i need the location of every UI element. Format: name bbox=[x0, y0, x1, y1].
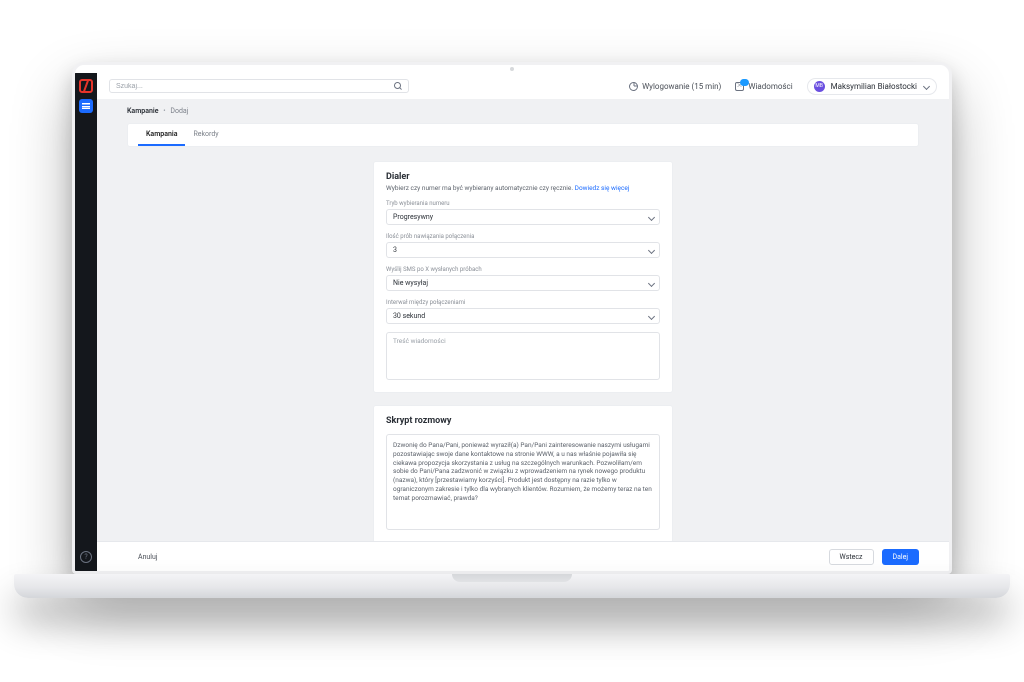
dialer-card: Dialer Wybierz czy numer ma być wybieran… bbox=[373, 161, 673, 393]
main-column: Wylogowanie (15 min) Wiadomości MB Maksy… bbox=[97, 73, 949, 571]
laptop-frame: ? Wylogowanie (15 min) bbox=[0, 0, 1024, 682]
camera-dot bbox=[510, 67, 514, 71]
next-button-label: Dalej bbox=[893, 553, 909, 561]
subheader: Kampanie • Dodaj Kampania Rekordy bbox=[97, 99, 949, 147]
dialer-learn-more-link[interactable]: Dowiedz się więcej bbox=[575, 184, 630, 192]
laptop-base bbox=[14, 574, 1010, 598]
messages-badge bbox=[740, 79, 749, 86]
search-icon bbox=[394, 82, 402, 90]
brand-logo-icon[interactable] bbox=[79, 79, 93, 93]
search-box[interactable] bbox=[109, 79, 409, 93]
field-sms: Wyślij SMS po X wysłanych próbach Nie wy… bbox=[386, 266, 660, 291]
user-menu[interactable]: MB Maksymilian Białostocki bbox=[807, 78, 937, 95]
tab-kampania[interactable]: Kampania bbox=[138, 124, 185, 146]
dialer-desc: Wybierz czy numer ma być wybierany autom… bbox=[386, 184, 660, 192]
cancel-button[interactable]: Anuluj bbox=[127, 549, 169, 565]
app-root: ? Wylogowanie (15 min) bbox=[75, 73, 949, 571]
laptop-notch bbox=[452, 574, 572, 582]
tab-kampania-label: Kampania bbox=[146, 130, 177, 138]
content-body: Dialer Wybierz czy numer ma być wybieran… bbox=[97, 147, 949, 541]
field-dial-mode: Tryb wybierania numeru Progresywny bbox=[386, 200, 660, 225]
dialer-title: Dialer bbox=[386, 172, 660, 182]
select-retries-value: 3 bbox=[393, 246, 397, 254]
select-sms[interactable]: Nie wysyłaj bbox=[386, 275, 660, 291]
user-name: Maksymilian Białostocki bbox=[831, 82, 917, 91]
chevron-down-icon bbox=[648, 313, 655, 320]
field-sms-label: Wyślij SMS po X wysłanych próbach bbox=[386, 266, 660, 273]
field-retries-label: Ilość prób nawiązania połączenia bbox=[386, 233, 660, 240]
cancel-button-label: Anuluj bbox=[138, 553, 158, 561]
chevron-down-icon bbox=[648, 247, 655, 254]
field-dial-mode-label: Tryb wybierania numeru bbox=[386, 200, 660, 207]
chevron-down-icon bbox=[923, 83, 930, 90]
laptop-screen: ? Wylogowanie (15 min) bbox=[72, 62, 952, 574]
script-body: Dzwonię do Pana/Pani, ponieważ wyraził(a… bbox=[393, 441, 652, 502]
topbar: Wylogowanie (15 min) Wiadomości MB Maksy… bbox=[97, 73, 949, 99]
tabs: Kampania Rekordy bbox=[127, 123, 919, 147]
field-retries: Ilość prób nawiązania połączenia 3 bbox=[386, 233, 660, 258]
logout-timer-label: Wylogowanie (15 min) bbox=[642, 82, 721, 91]
breadcrumb: Kampanie • Dodaj bbox=[127, 107, 919, 115]
nav-item-campaigns[interactable] bbox=[79, 99, 93, 113]
field-message: Treść wiadomości bbox=[386, 332, 660, 380]
help-icon[interactable]: ? bbox=[80, 551, 92, 563]
select-dial-mode-value: Progresywny bbox=[393, 213, 433, 221]
search-input[interactable] bbox=[116, 83, 390, 90]
field-interval-label: Interwał między połączeniami bbox=[386, 299, 660, 306]
select-dial-mode[interactable]: Progresywny bbox=[386, 209, 660, 225]
script-textarea[interactable]: Dzwonię do Pana/Pani, ponieważ wyraził(a… bbox=[386, 434, 660, 530]
logout-timer[interactable]: Wylogowanie (15 min) bbox=[629, 82, 721, 91]
tab-rekordy[interactable]: Rekordy bbox=[185, 124, 226, 146]
messages-label: Wiadomości bbox=[748, 82, 792, 91]
breadcrumb-root[interactable]: Kampanie bbox=[127, 107, 158, 115]
breadcrumb-separator: • bbox=[160, 107, 168, 115]
back-button[interactable]: Wstecz bbox=[829, 549, 874, 565]
list-icon bbox=[82, 103, 90, 109]
dialer-desc-text: Wybierz czy numer ma być wybierany autom… bbox=[386, 184, 575, 192]
message-textarea[interactable]: Treść wiadomości bbox=[386, 332, 660, 380]
messages-button[interactable]: Wiadomości bbox=[735, 82, 792, 91]
field-interval: Interwał między połączeniami 30 sekund bbox=[386, 299, 660, 324]
chevron-down-icon bbox=[648, 214, 655, 221]
avatar: MB bbox=[814, 81, 825, 92]
breadcrumb-leaf: Dodaj bbox=[170, 107, 188, 115]
select-interval[interactable]: 30 sekund bbox=[386, 308, 660, 324]
chevron-down-icon bbox=[648, 280, 655, 287]
select-sms-value: Nie wysyłaj bbox=[393, 279, 428, 287]
wizard-footer: Anuluj Wstecz Dalej bbox=[97, 541, 949, 571]
nav-rail: ? bbox=[75, 73, 97, 571]
select-interval-value: 30 sekund bbox=[393, 312, 425, 320]
next-button[interactable]: Dalej bbox=[882, 549, 920, 565]
message-placeholder: Treść wiadomości bbox=[393, 337, 446, 345]
tab-rekordy-label: Rekordy bbox=[193, 130, 218, 138]
back-button-label: Wstecz bbox=[840, 553, 863, 561]
script-card: Skrypt rozmowy Dzwonię do Pana/Pani, pon… bbox=[373, 405, 673, 541]
clock-icon bbox=[629, 82, 638, 91]
select-retries[interactable]: 3 bbox=[386, 242, 660, 258]
mail-icon bbox=[735, 82, 744, 91]
script-title: Skrypt rozmowy bbox=[386, 416, 660, 426]
